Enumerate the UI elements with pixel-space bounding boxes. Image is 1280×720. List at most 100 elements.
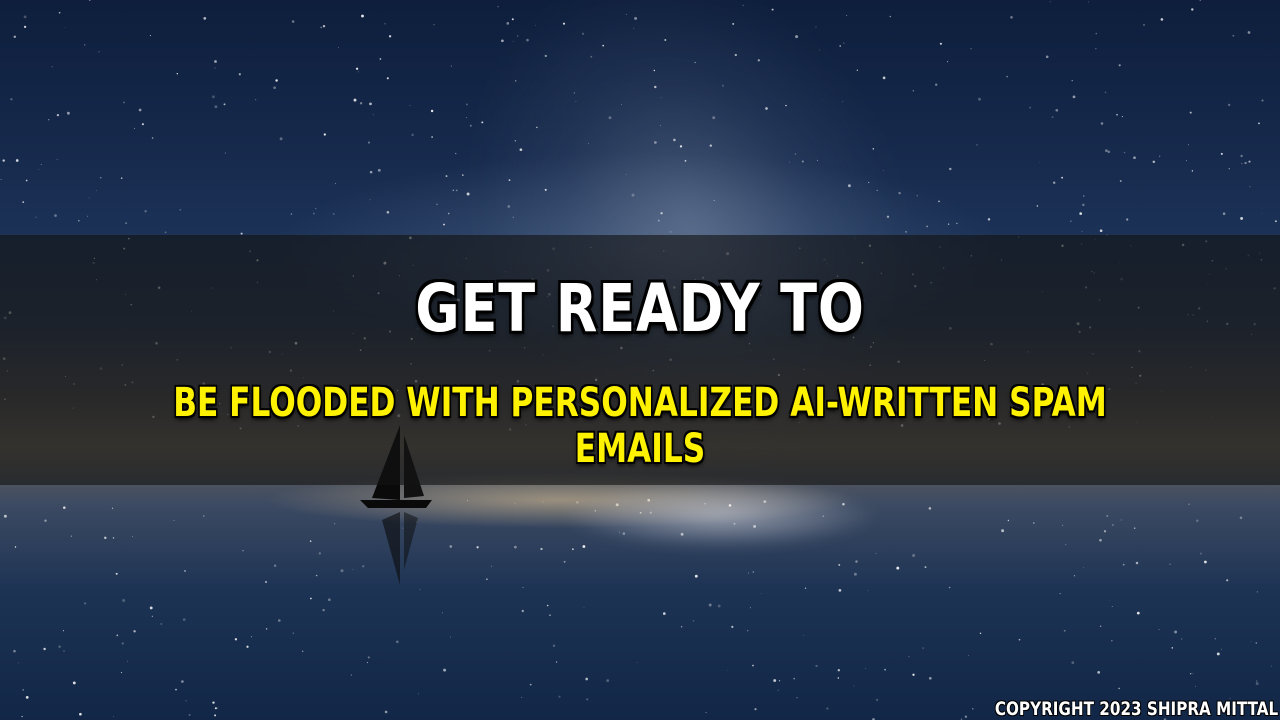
star xyxy=(486,578,488,581)
star xyxy=(315,207,317,210)
star xyxy=(694,574,698,578)
star xyxy=(47,118,50,121)
star xyxy=(449,545,453,548)
star xyxy=(506,22,510,25)
star xyxy=(544,188,547,191)
star xyxy=(113,716,115,718)
star xyxy=(332,212,335,215)
star xyxy=(964,715,968,718)
star xyxy=(320,26,323,29)
star xyxy=(838,589,842,592)
star xyxy=(796,697,798,699)
star xyxy=(88,197,90,199)
star xyxy=(214,714,217,717)
star xyxy=(1099,625,1102,627)
star xyxy=(149,35,151,37)
star xyxy=(1255,642,1257,644)
star xyxy=(883,170,884,172)
star xyxy=(514,140,517,142)
star xyxy=(384,22,386,25)
star xyxy=(1087,1,1089,3)
star xyxy=(395,640,399,644)
star xyxy=(56,159,58,161)
star xyxy=(709,144,712,147)
star xyxy=(23,25,27,29)
star xyxy=(552,644,556,647)
star xyxy=(455,189,458,192)
star xyxy=(558,695,561,698)
star xyxy=(1036,205,1039,207)
star xyxy=(1122,563,1125,566)
star xyxy=(122,599,126,602)
star xyxy=(1261,99,1264,102)
star xyxy=(778,680,781,682)
star xyxy=(340,569,344,573)
star xyxy=(1116,113,1118,116)
star xyxy=(842,101,844,103)
star xyxy=(507,205,511,208)
star xyxy=(1018,638,1021,641)
star xyxy=(717,604,721,608)
star xyxy=(379,58,382,60)
star xyxy=(587,143,590,145)
star xyxy=(443,668,447,672)
star xyxy=(25,696,29,699)
star xyxy=(804,587,807,589)
star xyxy=(185,700,187,702)
star xyxy=(516,35,519,37)
star xyxy=(712,116,716,120)
star xyxy=(151,615,153,617)
star xyxy=(121,642,125,645)
star xyxy=(361,14,364,18)
star xyxy=(1052,181,1056,184)
star xyxy=(657,219,660,222)
star xyxy=(51,66,53,68)
star xyxy=(563,560,566,563)
star xyxy=(1171,647,1174,649)
star xyxy=(322,25,326,28)
star xyxy=(1190,673,1192,675)
star xyxy=(242,550,244,552)
star xyxy=(452,189,454,191)
star xyxy=(536,126,538,129)
star xyxy=(837,677,840,679)
star xyxy=(761,593,763,595)
star xyxy=(713,199,715,202)
star xyxy=(1143,24,1145,26)
star xyxy=(223,103,226,106)
star xyxy=(1255,682,1259,686)
star xyxy=(89,0,91,1)
star xyxy=(821,100,823,101)
star xyxy=(1059,593,1061,595)
star xyxy=(13,649,16,653)
star xyxy=(512,41,514,42)
star xyxy=(529,683,532,686)
star xyxy=(64,27,66,29)
star xyxy=(127,660,128,662)
star xyxy=(734,53,737,57)
star xyxy=(77,219,80,222)
star xyxy=(660,212,663,215)
star xyxy=(384,710,388,714)
star xyxy=(292,632,294,634)
star xyxy=(388,35,392,38)
star xyxy=(1119,180,1122,182)
star xyxy=(1152,160,1156,164)
star xyxy=(1010,15,1013,19)
star xyxy=(1250,640,1252,642)
star xyxy=(1100,122,1104,125)
star xyxy=(431,136,434,138)
star xyxy=(855,560,858,563)
star xyxy=(411,133,414,137)
star xyxy=(1261,213,1263,214)
star xyxy=(442,612,443,614)
star xyxy=(25,179,28,182)
star xyxy=(1232,34,1235,37)
star xyxy=(99,176,102,179)
star xyxy=(853,685,855,687)
star xyxy=(54,214,57,217)
star xyxy=(727,670,729,671)
star xyxy=(1071,79,1073,82)
star xyxy=(926,225,929,228)
star xyxy=(490,565,493,568)
